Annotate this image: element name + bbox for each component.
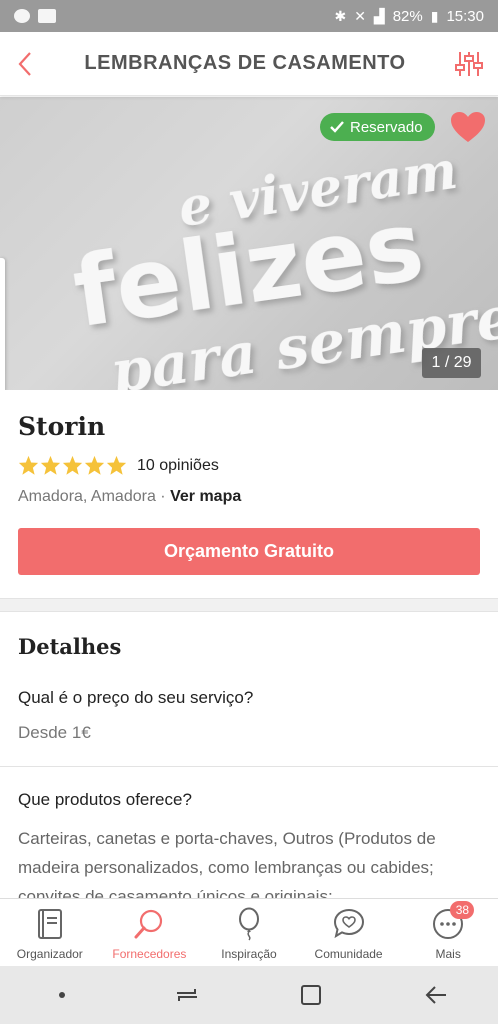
system-status: ✱ ✕ ▟ 82% ▮ 15:30 [334,8,484,25]
filter-button[interactable] [440,32,498,96]
nav-label: Mais [435,947,461,961]
notification-icons [14,9,56,23]
system-back-button[interactable] [416,975,456,1015]
details-section: Detalhes Qual é o preço do seu serviço? … [0,612,498,898]
home-button[interactable] [291,975,331,1015]
nav-label: Comunidade [314,947,383,961]
vendor-info: Storin 10 opiniões Amadora, Amadora · Ve… [0,390,498,598]
chevron-left-icon [18,51,31,76]
messenger-icon [14,9,30,23]
battery-level: 82% [392,7,423,25]
nav-label: Organizador [16,947,83,961]
home-square-icon [301,985,322,1005]
nav-fornecedores[interactable]: Fornecedores [100,899,200,966]
details-title: Detalhes [18,634,122,659]
products-question: Que produtos oferece? [18,790,192,809]
price-question: Qual é o preço do seu serviço? [18,688,254,707]
dot-icon [59,992,66,998]
nav-inspiracao[interactable]: Inspiração [199,899,299,966]
reserved-label: Reservado [350,118,423,136]
status-bar: ✱ ✕ ▟ 82% ▮ 15:30 [0,0,498,32]
nav-label: Inspiração [221,947,277,961]
page-title: LEMBRANÇAS DE CASAMENTO [84,52,406,74]
clock: 15:30 [446,7,484,25]
star-icon [18,455,39,475]
notebook-icon [37,909,62,939]
details-divider [0,766,498,767]
notification-badge: 38 [450,901,475,919]
arrow-left-icon [425,986,446,1004]
chat-heart-icon [333,908,364,939]
nav-label: Fornecedores [112,947,187,961]
section-divider [0,598,498,612]
recents-button[interactable] [167,975,207,1015]
location-separator: · [155,488,171,505]
free-quote-button[interactable]: Orçamento Gratuito [18,528,480,575]
photo-gallery[interactable]: e viveram felizes para sempre Reservado … [0,97,498,390]
reserved-badge: Reservado [320,113,435,141]
side-drawer-handle[interactable] [0,258,5,393]
vendor-name: Storin [18,412,106,441]
nav-mais[interactable]: Mais 38 [398,899,498,966]
nav-organizador[interactable]: Organizador [0,899,100,966]
product-photo: e viveram felizes para sempre [67,140,498,390]
location-row: Amadora, Amadora · Ver mapa [18,488,480,506]
system-dot-button[interactable] [42,975,82,1015]
recents-icon [176,989,197,1001]
products-answer: Carteiras, canetas e porta-chaves, Outro… [18,829,436,898]
balloon-icon [238,907,259,941]
location-text: Amadora, Amadora [18,488,156,505]
system-nav-bar [0,966,498,1024]
app-header: LEMBRANÇAS DE CASAMENTO [0,32,498,96]
bottom-nav: Organizador Fornecedores Inspiração Comu… [0,898,498,966]
star-icon [84,455,105,475]
star-icon [40,455,61,475]
search-icon [134,909,163,939]
star-icon [62,455,83,475]
sliders-icon [455,51,483,76]
heart-icon[interactable] [450,111,486,143]
reviews-count: 10 opiniões [137,456,219,474]
check-icon [330,121,344,133]
nav-comunidade[interactable]: Comunidade [299,899,399,966]
bluetooth-icon: ✱ [334,7,347,24]
star-rating [18,455,127,476]
gallery-icon [38,9,56,23]
price-answer: Desde 1€ [18,723,91,742]
signal-icon: ▟ [373,7,385,24]
view-map-link[interactable]: Ver mapa [170,488,241,505]
photo-counter: 1 / 29 [422,348,481,378]
mute-icon: ✕ [354,7,366,24]
star-icon [106,455,127,475]
rating-row[interactable]: 10 opiniões [18,455,480,476]
battery-icon: ▮ [430,7,439,24]
back-button[interactable] [0,32,50,96]
